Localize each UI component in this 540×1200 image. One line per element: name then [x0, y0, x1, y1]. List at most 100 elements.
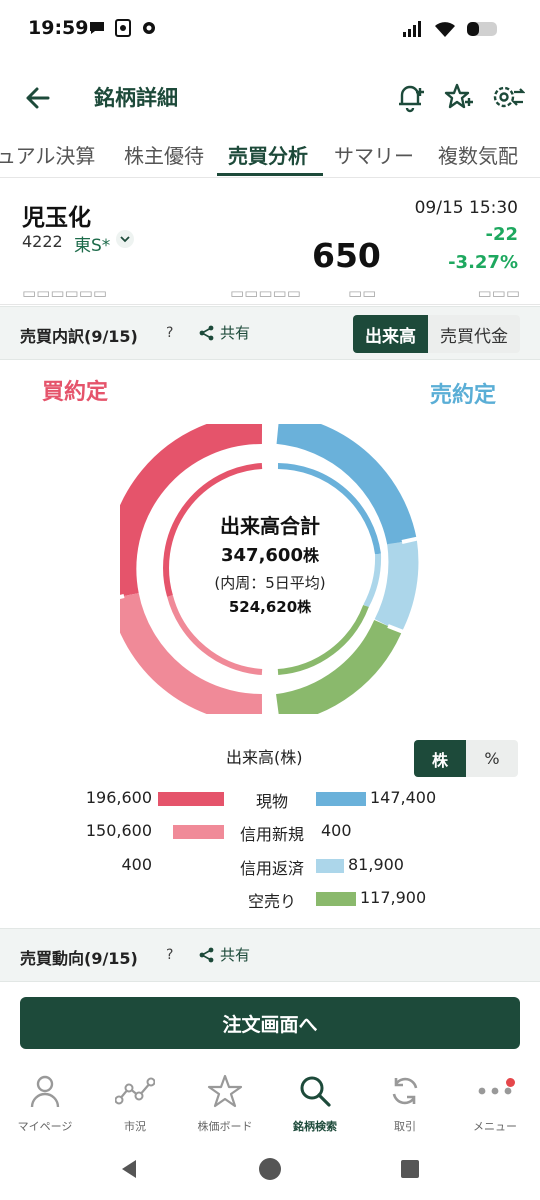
share-label: 共有	[220, 324, 251, 342]
sell-bar	[316, 859, 344, 873]
nav-menu[interactable]: メニュー	[450, 1072, 540, 1134]
nav-label: 銘柄検索	[293, 1120, 337, 1133]
shares-toggle[interactable]: 株	[414, 740, 466, 777]
back-button[interactable]	[20, 80, 56, 116]
favorite-add-button[interactable]	[440, 78, 478, 116]
system-back-button[interactable]	[118, 1158, 140, 1180]
nav-label: 市況	[124, 1120, 146, 1133]
sell-value: 81,900	[348, 855, 404, 874]
bell-plus-icon	[399, 85, 424, 113]
total-volume: 347,600	[221, 545, 303, 566]
nav-trade[interactable]: 取引	[360, 1072, 450, 1134]
share-button[interactable]: 共有	[198, 944, 250, 965]
app-bar: 銘柄詳細	[0, 68, 540, 126]
market-selector[interactable]: 東S*	[74, 231, 110, 256]
price-change-percent: -3.27%	[448, 252, 518, 273]
average-unit: 株	[297, 600, 312, 616]
stock-name: 児玉化	[22, 205, 91, 231]
donut-center-subtitle: (内周：5日平均)	[214, 574, 326, 592]
quote-datetime: 09/15 15:30	[414, 198, 518, 218]
buy-value: 196,600	[85, 788, 152, 807]
breakdown-row-margin-new: 150,600 信用新規 400	[0, 821, 540, 845]
status-bar: 19:59	[0, 0, 540, 60]
system-recents-button[interactable]	[399, 1158, 421, 1180]
system-nav-bar	[0, 1140, 540, 1200]
share-icon	[199, 947, 214, 962]
chat-icon	[90, 22, 104, 34]
notification-badge	[506, 1078, 515, 1087]
buy-value: 150,600	[85, 821, 152, 840]
category-label: 空売り	[247, 892, 296, 911]
trading-value-toggle[interactable]: 売買代金	[428, 315, 520, 353]
alert-add-button[interactable]	[392, 78, 430, 116]
market-dropdown[interactable]	[116, 230, 134, 248]
share-button[interactable]: 共有	[198, 322, 250, 343]
tab-indicator	[217, 173, 323, 176]
volume-toggle[interactable]: 出来高	[353, 315, 428, 353]
nav-label: 取引	[394, 1120, 416, 1133]
trend-header: 売買動向(9/15) ? 共有	[0, 928, 540, 982]
tab-summary[interactable]: サマリー	[334, 140, 414, 169]
status-notification-icons	[88, 19, 158, 37]
category-label: 信用新規	[239, 825, 304, 844]
line-chart-icon	[115, 1077, 155, 1105]
nav-stock-board[interactable]: 株価ボード	[180, 1072, 270, 1134]
search-icon	[300, 1076, 331, 1107]
total-unit: 株	[302, 546, 319, 565]
signal-icon	[403, 21, 421, 37]
volume-donut-chart	[120, 424, 420, 714]
share-icon	[199, 325, 214, 340]
unit-toggle: 株 %	[414, 740, 518, 777]
breakdown-row-spot: 196,600 現物 147,400	[0, 788, 540, 812]
app-bar-actions	[392, 78, 526, 116]
nav-stock-search[interactable]: 銘柄検索	[270, 1072, 360, 1134]
donut-center-total: 347,600株	[140, 542, 400, 566]
tab-annual-report[interactable]: ュアル決算	[0, 140, 95, 169]
stock-code: 4222	[22, 232, 63, 251]
wifi-icon	[435, 22, 455, 37]
category-label: 信用返済	[239, 859, 304, 878]
trend-title: 売買動向(9/15)	[20, 949, 138, 968]
tab-order-book[interactable]: 複数気配	[438, 140, 518, 169]
stock-header: 児玉化 4222 東S* 09/15 15:30 650 -22 -3.27% …	[0, 180, 540, 305]
help-button[interactable]: ?	[166, 947, 173, 963]
breakdown-header: 売買内訳(9/15) ? 共有 出来高 売買代金	[0, 306, 540, 360]
donut-center-average: 524,620株	[140, 597, 400, 617]
status-system-icons	[402, 20, 500, 38]
breakdown-title: 売買内訳(9/15)	[20, 327, 138, 346]
system-home-button[interactable]	[258, 1157, 282, 1181]
page-title: 銘柄詳細	[94, 86, 178, 110]
nav-label: マイページ	[17, 1120, 73, 1133]
measure-toggle: 出来高 売買代金	[353, 315, 520, 353]
gear-icon	[143, 22, 155, 34]
arrow-left-icon	[26, 87, 50, 109]
help-button[interactable]: ?	[166, 325, 173, 341]
percent-toggle[interactable]: %	[466, 740, 518, 777]
tab-trade-analysis[interactable]: 売買分析	[228, 140, 308, 169]
bottom-nav: マイページ 市況 株価ボード 銘柄検索 取引 メニュー	[0, 1068, 540, 1138]
buy-value: 400	[121, 855, 152, 874]
sell-label: 売約定	[429, 383, 496, 408]
star-icon	[207, 1074, 243, 1108]
buy-bar	[173, 825, 224, 839]
amazon-icon	[115, 19, 131, 37]
sell-value: 400	[321, 821, 352, 840]
buy-bar	[158, 792, 224, 806]
clipped-row: ▭▭▭▭▭▭ ▭▭▭▭▭ ▭▭ ▭▭▭	[22, 284, 520, 302]
sell-bar	[316, 892, 356, 906]
nav-market[interactable]: 市況	[90, 1072, 180, 1134]
status-time: 19:59	[28, 17, 89, 39]
breakdown-row-margin-close: 400 信用返済 81,900	[0, 855, 540, 879]
order-screen-button[interactable]: 注文画面へ	[20, 997, 520, 1049]
sell-value: 117,900	[360, 888, 427, 907]
nav-label: メニュー	[473, 1120, 517, 1133]
settings-button[interactable]	[488, 78, 526, 116]
unit-label: 出来高(株)	[226, 748, 303, 767]
category-label: 現物	[255, 792, 288, 811]
nav-mypage[interactable]: マイページ	[0, 1072, 90, 1134]
tab-bar: ュアル決算 株主優待 売買分析 サマリー 複数気配	[0, 128, 540, 178]
chevron-down-icon	[120, 236, 130, 243]
nav-label: 株価ボード	[197, 1120, 253, 1133]
breakdown-row-short: 空売り 117,900	[0, 888, 540, 912]
tab-shareholder-benefits[interactable]: 株主優待	[124, 140, 204, 169]
